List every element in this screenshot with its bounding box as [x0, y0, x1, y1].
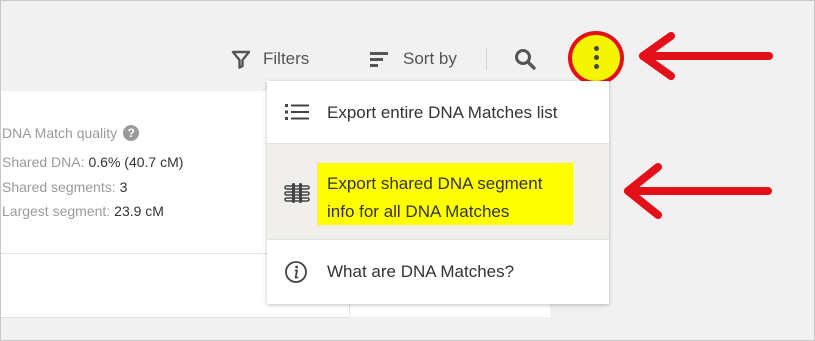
options-dropdown-menu: Export entire DNA Matches list Export sh…: [267, 81, 609, 304]
kebab-dot: [594, 64, 599, 69]
menu-item-label: Export entire DNA Matches list: [327, 103, 558, 122]
shared-segments-stat: Shared segments: 3: [2, 179, 127, 195]
more-options-button[interactable]: [568, 31, 624, 85]
list-icon: [285, 104, 309, 120]
kebab-dot: [594, 46, 599, 51]
search-icon: [515, 49, 536, 70]
match-quality-row: DNA Match quality ?: [2, 125, 140, 141]
menu-item-label: What are DNA Matches?: [327, 262, 515, 281]
filters-button[interactable]: Filters: [231, 45, 309, 73]
annotation-arrow-icon: [624, 163, 772, 219]
stat-label: Shared DNA:: [2, 154, 85, 170]
help-icon[interactable]: ?: [123, 125, 140, 141]
stat-value: 0.6% (40.7 cM): [88, 154, 184, 170]
sort-by-button[interactable]: Sort by: [369, 45, 457, 73]
screenshot-frame: DNA Match quality ? Shared DNA: 0.6% (40.…: [0, 0, 815, 341]
menu-item-label-line-2: info for all DNA Matches: [327, 202, 510, 221]
stat-label: Shared segments:: [2, 179, 116, 195]
info-icon: [285, 261, 307, 283]
menu-item-label: Export shared DNA segment info for all D…: [327, 170, 567, 226]
funnel-icon: [231, 50, 251, 69]
toolbar-divider: [486, 48, 487, 70]
menu-item-label-line-1: Export shared DNA segment: [327, 174, 543, 193]
stat-value: 23.9 cM: [114, 203, 164, 219]
search-button[interactable]: [513, 47, 537, 76]
menu-item-what-are-matches[interactable]: What are DNA Matches?: [267, 240, 609, 304]
sort-icon: [370, 52, 388, 67]
match-quality-label: DNA Match quality: [2, 125, 118, 141]
menu-item-export-segments[interactable]: Export shared DNA segment info for all D…: [267, 144, 609, 240]
stat-label: Largest segment:: [2, 203, 111, 219]
kebab-dot: [594, 55, 599, 60]
dna-segment-icon: [284, 183, 310, 203]
shared-dna-stat: Shared DNA: 0.6% (40.7 cM): [2, 154, 183, 170]
menu-item-export-list[interactable]: Export entire DNA Matches list: [267, 81, 609, 144]
stat-value: 3: [119, 179, 128, 195]
sort-by-label: Sort by: [403, 49, 457, 68]
filters-label: Filters: [263, 49, 310, 68]
annotation-arrow-icon: [639, 32, 773, 80]
largest-segment-stat: Largest segment: 23.9 cM: [2, 203, 164, 219]
